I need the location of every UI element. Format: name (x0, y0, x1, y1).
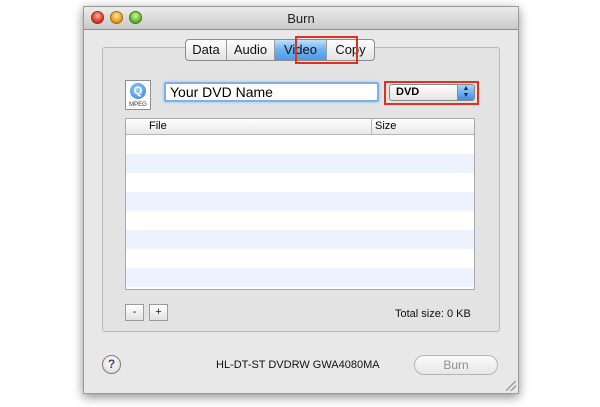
video-tab-highlight (295, 36, 358, 64)
remove-file-button[interactable]: - (125, 304, 144, 321)
quicktime-icon: Q (130, 83, 146, 99)
tab-data[interactable]: Data (186, 40, 227, 60)
dvd-name-input[interactable] (164, 82, 379, 102)
table-row[interactable] (126, 230, 474, 249)
mpeg-icon-label: MPEG (129, 102, 147, 108)
format-select-highlight (384, 81, 479, 105)
mpeg-file-icon: Q MPEG (125, 80, 151, 110)
drive-name-label: HL-DT-ST DVDRW GWA4080MA (216, 359, 380, 371)
total-size-label: Total size: 0 KB (395, 308, 471, 320)
help-button[interactable]: ? (102, 355, 121, 374)
burn-button[interactable]: Burn (414, 355, 498, 375)
table-row[interactable] (126, 173, 474, 192)
table-row[interactable] (126, 249, 474, 268)
tab-audio[interactable]: Audio (227, 40, 275, 60)
table-row[interactable] (126, 211, 474, 230)
table-row[interactable] (126, 192, 474, 211)
add-file-button[interactable]: + (149, 304, 168, 321)
title-bar[interactable]: Burn (84, 7, 518, 30)
file-table[interactable]: File Size (125, 118, 475, 290)
table-row[interactable] (126, 268, 474, 287)
window-title: Burn (287, 11, 315, 26)
column-header-size[interactable]: Size (372, 119, 474, 134)
burn-window: Burn Data Audio Video Copy Q MPEG DVD ▲▼… (83, 6, 519, 394)
table-row[interactable] (126, 154, 474, 173)
column-header-file[interactable]: File (126, 119, 372, 134)
resize-grip-icon[interactable] (506, 381, 516, 391)
table-header: File Size (126, 119, 474, 135)
table-row[interactable] (126, 135, 474, 154)
